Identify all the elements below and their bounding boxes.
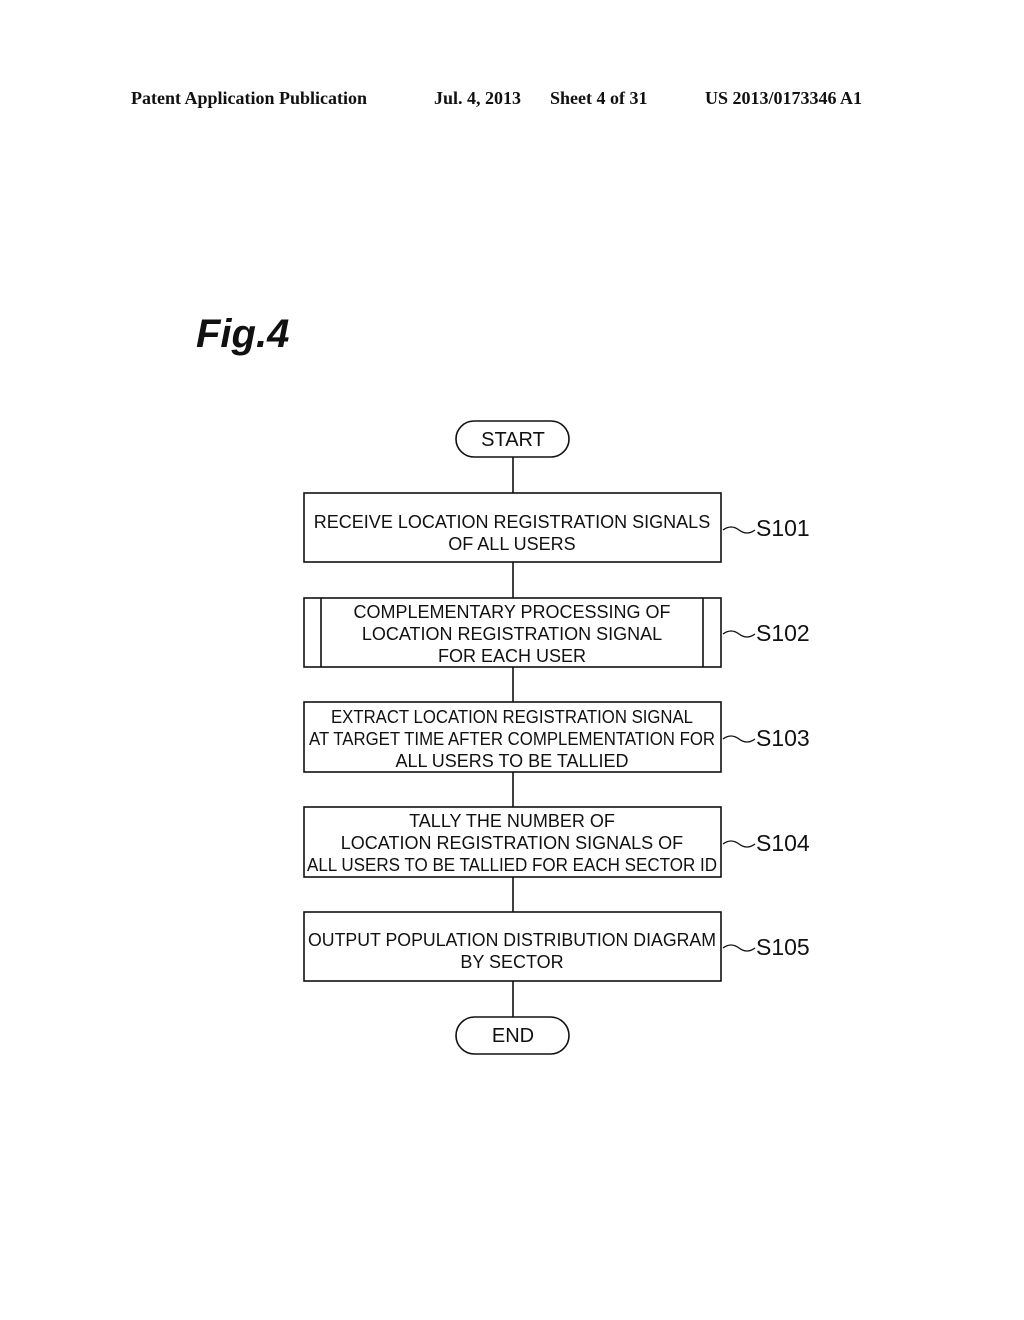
step-id-label: S104	[756, 830, 810, 856]
step-text-line: RECEIVE LOCATION REGISTRATION SIGNALS	[314, 512, 710, 532]
leader-line	[722, 630, 756, 638]
leader-line	[722, 840, 756, 848]
step-text-line: ALL USERS TO BE TALLIED	[395, 751, 628, 771]
step-text-line: OF ALL USERS	[448, 534, 575, 554]
step-id-label: S102	[756, 620, 810, 646]
step-id-label: S101	[756, 515, 810, 541]
leader-line	[722, 735, 756, 743]
step-id-label: S105	[756, 934, 810, 960]
leader-line	[722, 944, 756, 952]
step-s105: OUTPUT POPULATION DISTRIBUTION DIAGRAM B…	[303, 911, 810, 982]
step-s104: TALLY THE NUMBER OF LOCATION REGISTRATIO…	[303, 806, 810, 878]
step-text-line: OUTPUT POPULATION DISTRIBUTION DIAGRAM	[308, 930, 716, 950]
step-text-line: EXTRACT LOCATION REGISTRATION SIGNAL	[331, 707, 693, 727]
step-s102: COMPLEMENTARY PROCESSING OF LOCATION REG…	[303, 597, 810, 668]
step-text-line: TALLY THE NUMBER OF	[409, 811, 615, 831]
leader-line	[722, 526, 756, 534]
step-text-line: LOCATION REGISTRATION SIGNALS OF	[341, 833, 683, 853]
step-s101: RECEIVE LOCATION REGISTRATION SIGNALS OF…	[303, 492, 810, 563]
end-label: END	[492, 1025, 534, 1047]
flowchart: START RECEIVE LOCATION REGISTRATION SIGN…	[303, 420, 810, 1055]
step-text-line: ALL USERS TO BE TALLIED FOR EACH SECTOR …	[307, 855, 717, 875]
start-terminal: START	[455, 420, 570, 458]
step-text-line: COMPLEMENTARY PROCESSING OF	[353, 602, 670, 622]
step-id-label: S103	[756, 725, 810, 751]
step-text-line: FOR EACH USER	[438, 646, 586, 666]
start-label: START	[481, 429, 545, 451]
step-text-line: BY SECTOR	[460, 952, 563, 972]
step-text-line: LOCATION REGISTRATION SIGNAL	[362, 624, 662, 644]
end-terminal: END	[455, 1016, 570, 1055]
step-s103: EXTRACT LOCATION REGISTRATION SIGNAL AT …	[303, 701, 810, 773]
step-text-line: AT TARGET TIME AFTER COMPLEMENTATION FOR	[309, 729, 715, 749]
